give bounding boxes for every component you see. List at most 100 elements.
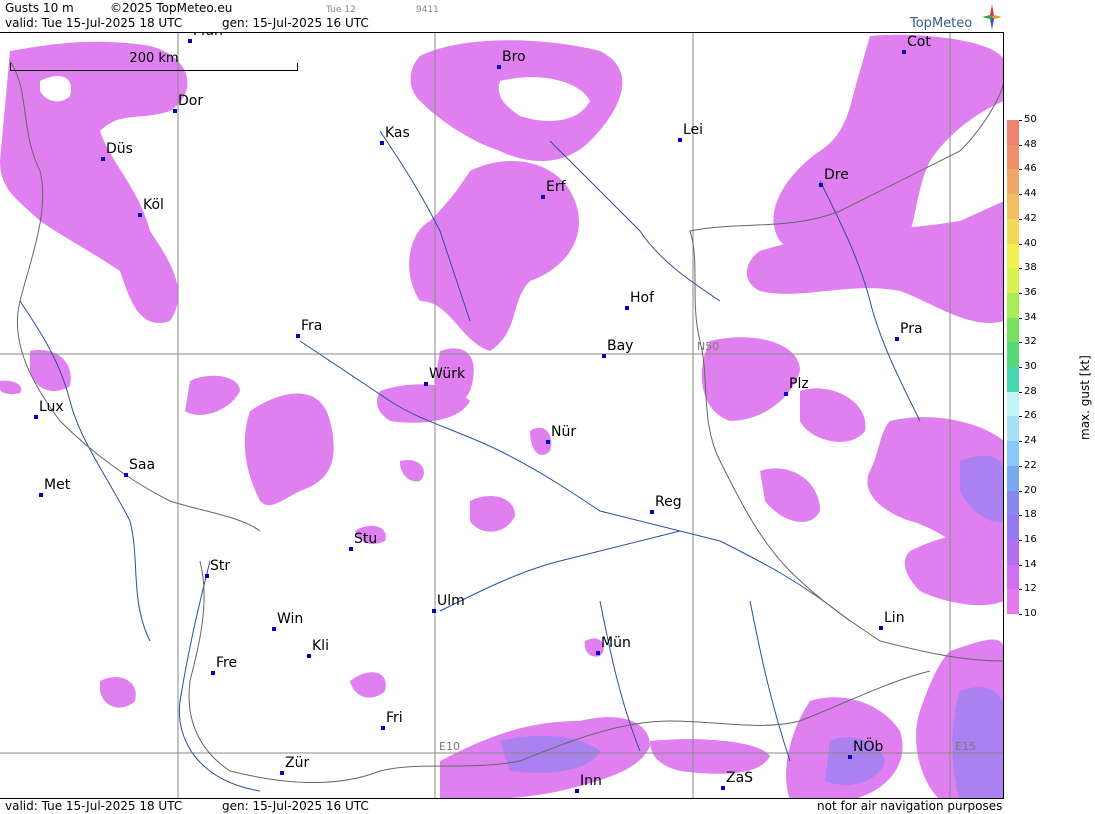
legend-color-step	[1007, 564, 1019, 590]
city-label: Win	[277, 611, 304, 627]
city-dot	[497, 65, 501, 69]
gust-color-legend	[1007, 120, 1019, 615]
city-label: Str	[210, 558, 231, 574]
legend-tick-mark	[1019, 465, 1022, 467]
legend-tick-mark	[1019, 391, 1022, 393]
city-label: Fra	[301, 318, 323, 334]
legend-tick-mark	[1019, 292, 1022, 294]
grid-label-n50: N50	[697, 340, 720, 353]
legend-tick-label: 22	[1024, 459, 1037, 471]
legend-color-step	[1007, 292, 1019, 319]
legend-tick-label: 14	[1024, 558, 1037, 570]
city-dot	[138, 213, 142, 217]
city-dot	[101, 157, 105, 161]
legend-tick-label: 32	[1024, 336, 1037, 348]
city-dot	[205, 574, 209, 578]
legend-tick-label: 50	[1024, 114, 1037, 125]
tag-code: 9411	[416, 5, 439, 15]
city-label: Erf	[546, 179, 566, 195]
legend-tick-mark	[1019, 539, 1022, 541]
city-label: Hof	[630, 290, 655, 306]
legend-tick-label: 44	[1024, 188, 1037, 200]
city-label: Stu	[354, 531, 378, 547]
legend-tick-label: 36	[1024, 286, 1037, 298]
legend-tick-mark	[1019, 564, 1022, 566]
city-label: Bay	[607, 338, 634, 354]
legend-tick-label: 18	[1024, 509, 1037, 521]
legend-color-step	[1007, 194, 1019, 220]
legend-title: max. gust [kt]	[1078, 355, 1092, 440]
legend-tick-label: 40	[1024, 237, 1037, 249]
product-title: Gusts 10 m	[5, 1, 74, 15]
city-label: Cot	[907, 34, 931, 50]
topmeteo-logo[interactable]: TopMeteo	[910, 4, 1002, 32]
city-dot	[678, 138, 682, 142]
legend-tick-mark	[1019, 342, 1022, 344]
city-dot	[39, 493, 43, 497]
legend-tick-label: 24	[1024, 435, 1037, 447]
city-label: Bro	[502, 49, 526, 65]
legend-color-step	[1007, 120, 1019, 146]
city-label: Kli	[312, 638, 329, 654]
gust-12-16kt-areas	[0, 34, 1003, 798]
legend-color-step	[1007, 342, 1019, 368]
footer-disclaimer: not for air navigation purposes	[817, 799, 1003, 813]
legend-tick-mark	[1019, 614, 1022, 615]
city-label: Mün	[193, 33, 223, 39]
city-label: Reg	[655, 494, 682, 510]
footer-gen: gen: 15-Jul-2025 16 UTC	[222, 799, 369, 813]
legend-color-step	[1007, 539, 1019, 566]
city-label: Fri	[386, 710, 403, 726]
legend-color-step	[1007, 243, 1019, 269]
city-label: NÖb	[853, 739, 884, 755]
city-dot	[296, 334, 300, 338]
city-label: Lux	[39, 399, 64, 415]
legend-color-step	[1007, 589, 1019, 615]
city-label: Kas	[385, 125, 410, 141]
legend-tick-label: 48	[1024, 138, 1037, 150]
tag-time: Tue 12	[326, 5, 356, 15]
legend-tick-label: 34	[1024, 311, 1037, 323]
city-dot	[381, 726, 385, 730]
city-label: Zür	[285, 755, 310, 771]
city-label: Würk	[429, 366, 466, 382]
city-dot	[272, 627, 276, 631]
city-dot	[879, 626, 883, 630]
legend-color-step	[1007, 169, 1019, 195]
city-dot	[625, 306, 629, 310]
legend-tick-label: 10	[1024, 608, 1037, 619]
legend-tick-mark	[1019, 144, 1022, 146]
scale-bar: 200 km	[10, 51, 298, 71]
city-dot	[848, 755, 852, 759]
legend-tick-label: 12	[1024, 583, 1037, 595]
city-label: Lei	[683, 122, 704, 138]
legend-tick-label: 46	[1024, 163, 1037, 175]
city-dot	[432, 609, 436, 613]
legend-tick-label: 28	[1024, 385, 1037, 397]
city-label: Pra	[900, 321, 923, 337]
legend-tick-mark	[1019, 589, 1022, 591]
gust-map[interactable]: 200 km N50 E10 E15 Mün Dor Düs Köl Kas Bro Lei…	[0, 32, 1004, 799]
legend-tick-mark	[1019, 317, 1022, 319]
legend-color-step	[1007, 391, 1019, 417]
city-dot	[34, 415, 38, 419]
legend-tick-label: 38	[1024, 262, 1037, 274]
legend-tick-label: 16	[1024, 533, 1037, 545]
city-label: Dre	[824, 167, 849, 183]
city-label: ZaS	[726, 770, 754, 786]
legend-color-step	[1007, 317, 1019, 343]
city-dot	[650, 510, 654, 514]
city-label: Dor	[178, 93, 204, 109]
scale-label: 200 km	[129, 51, 179, 66]
city-dot	[721, 786, 725, 790]
legend-color-step	[1007, 367, 1019, 393]
legend-color-step	[1007, 441, 1019, 467]
city-dot	[819, 183, 823, 187]
legend-tick-mark	[1019, 194, 1022, 196]
city-label: Inn	[580, 773, 602, 789]
city-dot	[188, 39, 192, 43]
city-dot	[596, 651, 600, 655]
legend-color-step	[1007, 144, 1019, 170]
legend-color-step	[1007, 268, 1019, 294]
valid-time: valid: Tue 15-Jul-2025 18 UTC	[5, 16, 183, 30]
